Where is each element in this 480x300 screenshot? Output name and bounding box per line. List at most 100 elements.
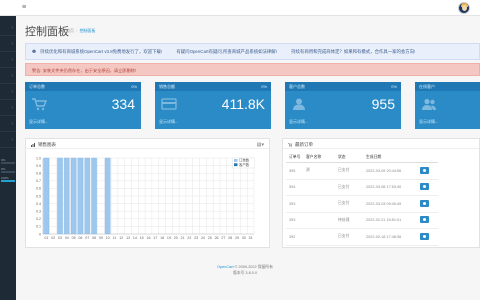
chart-bar bbox=[104, 157, 111, 235]
order-id: 394 bbox=[289, 185, 296, 190]
x-tick-label: 17 bbox=[153, 236, 157, 240]
column-header[interactable]: 生成日期 bbox=[366, 155, 420, 160]
column-header[interactable]: 客户名称 bbox=[306, 155, 338, 160]
chart-bar bbox=[77, 157, 84, 235]
info-alert-text-1: 持续优化和有商城系统OpenCart v3.8免费地发行了，欢迎下载! bbox=[40, 49, 163, 54]
sidebar-item[interactable]: › bbox=[0, 68, 16, 84]
legend-swatch bbox=[234, 163, 238, 167]
x-tick-label: 19 bbox=[167, 236, 171, 240]
sidebar-item[interactable]: › bbox=[0, 52, 16, 68]
x-tick-label: 15 bbox=[140, 236, 144, 240]
view-order-button[interactable] bbox=[420, 183, 429, 191]
x-tick-label: 11 bbox=[113, 236, 117, 240]
chart-bar bbox=[84, 157, 90, 235]
y-tick-label: 0.4 bbox=[36, 202, 41, 206]
sidebar-stat-fill bbox=[1, 180, 15, 182]
tile-percent: 0% bbox=[261, 84, 267, 89]
sidebar-item[interactable]: › bbox=[0, 100, 16, 116]
tile-title: 客户总数 bbox=[289, 84, 305, 89]
chevron-right-icon: › bbox=[11, 41, 13, 47]
chart-bar bbox=[57, 157, 63, 235]
chart-bar bbox=[70, 157, 77, 235]
breadcrumb-home[interactable]: 首页 bbox=[66, 28, 74, 33]
order-id: 393 bbox=[289, 201, 296, 206]
y-tick-label: 0.9 bbox=[36, 164, 41, 168]
info-alert-text-2: 有疑问OpenCart有疑问,所查商城产品系统如法律解! bbox=[176, 49, 277, 54]
table-row: 395 测 已支付 2022-03-09 20:44:56 bbox=[286, 163, 438, 180]
cart-icon bbox=[32, 98, 47, 111]
breadcrumb-current[interactable]: 控制面板 bbox=[79, 28, 95, 33]
order-date: 2022-03-09 20:44:56 bbox=[366, 168, 402, 173]
sidebar: › › › › › › › › 0% 0% 100% bbox=[0, 0, 16, 300]
sidebar-stat-bar bbox=[1, 180, 15, 182]
x-tick-label: 04 bbox=[65, 236, 69, 240]
x-tick-label: 07 bbox=[85, 236, 89, 240]
tile-details-link[interactable]: 显示详情... bbox=[29, 119, 48, 125]
info-alert: ❶ 持续优化和有商城系统OpenCart v3.8免费地发行了，欢迎下载! 有疑… bbox=[25, 43, 480, 60]
calendar-icon[interactable]: ▤▾ bbox=[257, 142, 264, 148]
y-tick-label: 0.8 bbox=[36, 172, 41, 176]
x-tick-label: 24 bbox=[201, 236, 205, 240]
tile-details-link[interactable]: 显示详情... bbox=[419, 119, 438, 125]
sidebar-item[interactable]: › bbox=[0, 84, 16, 100]
chart-bar bbox=[91, 157, 97, 235]
table-row: 392 已支付 2022-02-18 17:48:36 bbox=[286, 229, 438, 246]
tile-details-link[interactable]: 显示详情... bbox=[159, 119, 178, 125]
sales-chart: 00.10.20.30.40.50.60.70.80.91.001 02 03 04 0… bbox=[36, 156, 255, 240]
x-tick-label: 22 bbox=[187, 236, 191, 240]
order-customer: 测 bbox=[306, 168, 310, 173]
tile-title: 销售总额 bbox=[159, 84, 175, 89]
user-avatar-icon[interactable] bbox=[458, 2, 470, 14]
x-tick-label: 23 bbox=[194, 236, 198, 240]
view-order-button[interactable] bbox=[420, 166, 429, 174]
tile-value: 955 bbox=[371, 96, 395, 112]
x-tick-label: 30 bbox=[242, 236, 246, 240]
cart-small-icon bbox=[288, 142, 292, 147]
tile-percent: 0% bbox=[391, 84, 397, 89]
chevron-right-icon: › bbox=[11, 25, 13, 31]
order-status: 待处理 bbox=[338, 217, 350, 222]
avatar-face bbox=[462, 5, 467, 11]
view-order-button[interactable] bbox=[420, 199, 429, 207]
x-tick-label: 26 bbox=[215, 236, 219, 240]
order-id: 392 bbox=[289, 234, 296, 239]
sales-chart-panel: 销售图表 ▤▾ 0 0.1 0.2 0.3 0.4 0.5 0.6 0.7 0.8 0.9 1.0 0… bbox=[25, 138, 270, 248]
view-order-button[interactable] bbox=[420, 216, 429, 224]
sidebar-item[interactable]: › bbox=[0, 36, 16, 52]
column-header[interactable]: 状态 bbox=[338, 155, 366, 160]
sidebar-item[interactable]: › bbox=[0, 116, 16, 132]
tile-title: 订单总数 bbox=[29, 84, 45, 89]
order-date: 2022-02-21 15:51:01 bbox=[366, 218, 402, 223]
tile-online: 在线客户 显示详情... bbox=[415, 82, 480, 129]
column-header[interactable]: 订单号 bbox=[286, 155, 306, 160]
order-date: 2022-02-18 17:48:36 bbox=[366, 234, 402, 239]
x-tick-label: 29 bbox=[235, 236, 239, 240]
y-tick-label: 0 bbox=[39, 232, 41, 236]
footer-copyright: © 2009-2022 保留所有 bbox=[234, 265, 273, 269]
table-row: 393 待处理 2022-02-21 15:51:01 bbox=[286, 213, 438, 229]
footer-brand-link[interactable]: OpenCart bbox=[217, 265, 233, 269]
y-tick-label: 0.6 bbox=[36, 187, 41, 191]
hamburger-icon[interactable]: ≡ bbox=[22, 3, 26, 12]
footer: OpenCart © 2009-2022 保留所有 版本号 3.8.0.0 bbox=[195, 264, 295, 276]
chevron-right-icon: › bbox=[11, 137, 13, 143]
footer-version: 版本号 3.8.0.0 bbox=[232, 271, 258, 275]
x-tick-label: 27 bbox=[221, 236, 225, 240]
sidebar-item[interactable]: › bbox=[0, 20, 16, 36]
panel-header: 最新订单 bbox=[283, 139, 479, 149]
danger-alert: 警告: 安装文件夹仍然存在，出于安全原因，请立即删除! bbox=[25, 63, 480, 76]
order-id: 393 bbox=[289, 218, 296, 223]
tile-orders: 订单总数 0% 334 显示详情... bbox=[25, 82, 141, 129]
tile-details-link[interactable]: 显示详情... bbox=[289, 119, 308, 125]
info-alert-text-3: 持续有商用和完成商体定？如果和有模式，合作具一家的会方向! bbox=[291, 49, 416, 54]
chevron-right-icon: › bbox=[11, 73, 13, 79]
x-tick-label: 05 bbox=[72, 236, 76, 240]
view-order-button[interactable] bbox=[420, 232, 429, 240]
chevron-right-icon: › bbox=[11, 89, 13, 95]
y-tick-label: 0.2 bbox=[36, 217, 41, 221]
x-tick-label: 09 bbox=[99, 236, 103, 240]
y-tick-label: 0.5 bbox=[36, 194, 41, 198]
sidebar-item[interactable]: › bbox=[0, 132, 16, 148]
tile-header: 客户总数 0% bbox=[285, 82, 401, 91]
bar-chart-icon bbox=[31, 142, 35, 147]
